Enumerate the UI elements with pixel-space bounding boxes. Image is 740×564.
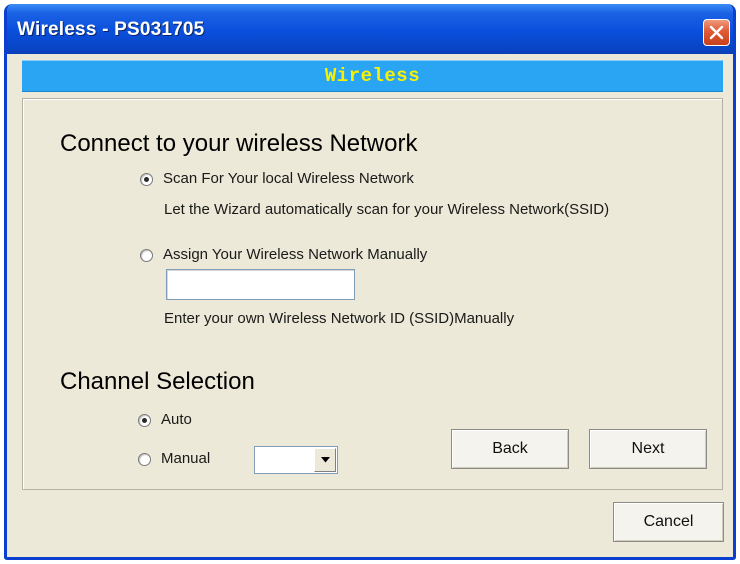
scan-network-radio[interactable] xyxy=(140,173,153,186)
channel-manual-label[interactable]: Manual xyxy=(161,450,210,467)
manual-network-radio[interactable] xyxy=(140,249,153,262)
connect-heading: Connect to your wireless Network xyxy=(60,130,418,157)
chevron-down-icon xyxy=(320,457,330,463)
channel-auto-radio[interactable] xyxy=(138,414,151,427)
wireless-dialog-window: Wireless - PS031705 Wireless Connect to … xyxy=(4,4,736,560)
cancel-button[interactable]: Cancel xyxy=(613,502,724,542)
close-button[interactable] xyxy=(703,19,730,46)
channel-manual-radio[interactable] xyxy=(138,453,151,466)
scan-network-description: Let the Wizard automatically scan for yo… xyxy=(164,201,610,218)
channel-heading: Channel Selection xyxy=(60,368,255,395)
section-banner: Wireless xyxy=(22,60,723,92)
dropdown-arrow-button[interactable] xyxy=(314,448,336,472)
manual-network-label[interactable]: Assign Your Wireless Network Manually xyxy=(163,246,427,263)
scan-network-label[interactable]: Scan For Your local Wireless Network xyxy=(163,170,414,187)
channel-select[interactable] xyxy=(254,446,338,474)
back-button[interactable]: Back xyxy=(451,429,569,469)
window-title: Wireless - PS031705 xyxy=(17,19,205,40)
banner-title: Wireless xyxy=(324,65,421,87)
close-icon xyxy=(709,25,724,40)
ssid-input-description: Enter your own Wireless Network ID (SSID… xyxy=(164,310,515,327)
channel-auto-label[interactable]: Auto xyxy=(161,411,192,428)
ssid-input[interactable] xyxy=(166,269,355,300)
next-button[interactable]: Next xyxy=(589,429,707,469)
title-bar[interactable]: Wireless - PS031705 xyxy=(7,4,733,54)
